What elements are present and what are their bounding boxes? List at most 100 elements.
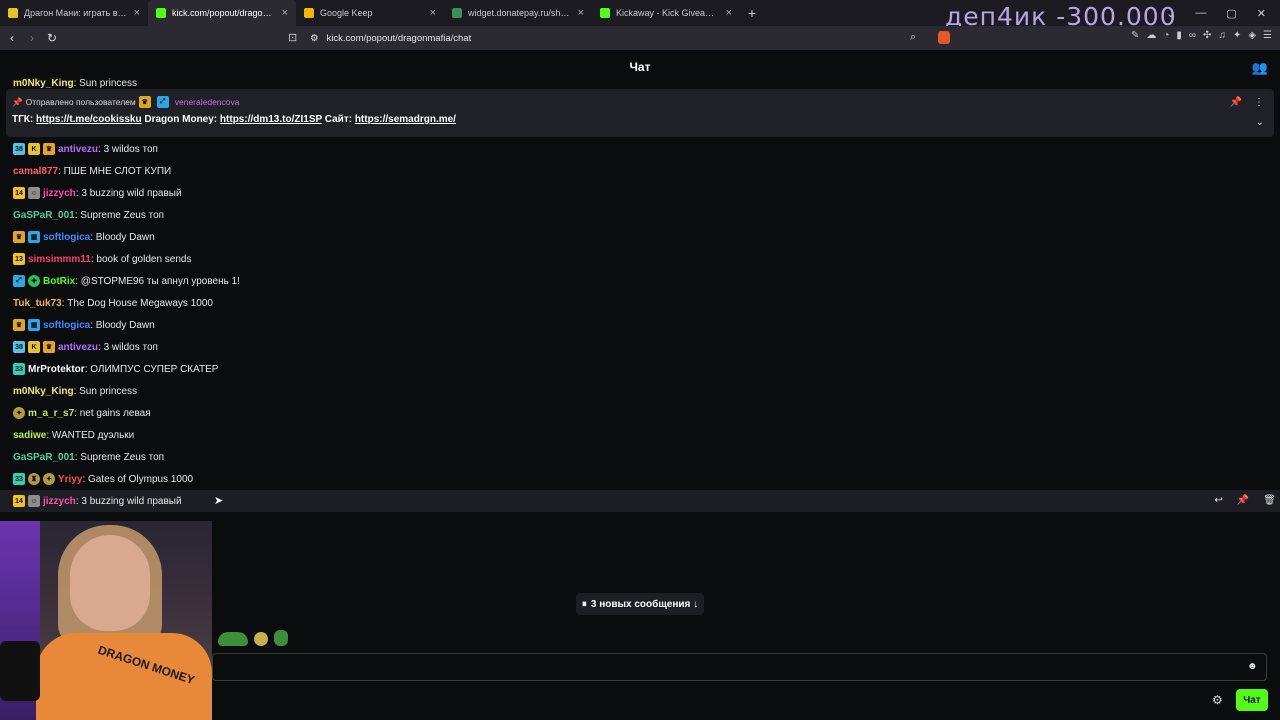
chat-message[interactable]: ♛ ▦ softlogica: Bloody Dawn	[0, 314, 1280, 336]
pepe-emote-icon[interactable]	[274, 630, 288, 646]
chat-username[interactable]: m0Nky_King	[13, 386, 74, 397]
chat-message[interactable]: 33 ♜ ✦ Yriyy: Gates of Olympus 1000	[0, 468, 1280, 490]
chat-username[interactable]: camal877	[13, 166, 58, 177]
more-options-icon[interactable]: ⋮	[1254, 97, 1264, 108]
chat-input[interactable]	[212, 653, 1267, 681]
close-tab-icon[interactable]: ×	[578, 7, 584, 19]
emote-icon[interactable]	[254, 632, 268, 646]
site-settings-icon[interactable]: ⚙	[310, 33, 319, 44]
chat-message[interactable]: GaSPaR_001: Supreme Zeus топ	[0, 204, 1280, 226]
browser-toolbar: ‹ › ↻ ⊡ ⚙ kick.com/popout/dragonmafia/ch…	[0, 26, 1280, 50]
chat-message[interactable]: ⤢ ✚ BotRix: @STOPME96 ты апнул уровень 1!	[0, 270, 1280, 292]
extension-icon[interactable]: ▮	[1176, 30, 1182, 41]
chat-message[interactable]: m0Nky_King: Sun princess	[0, 380, 1280, 402]
close-window-icon[interactable]: ✕	[1257, 7, 1266, 20]
tab-list-icon[interactable]: ⌄	[1166, 7, 1175, 20]
users-icon[interactable]: 👥	[1252, 60, 1268, 76]
chat-message-text: 3 buzzing wild правый	[81, 495, 182, 507]
extension-icon[interactable]: ☁	[1146, 30, 1156, 41]
maximize-icon[interactable]: ▢	[1226, 7, 1236, 20]
browser-tab[interactable]: Kickaway - Kick Giveaway Tool ×	[592, 0, 740, 26]
site-link[interactable]: https://semadrgn.me/	[355, 114, 456, 125]
microphone	[0, 641, 40, 701]
gear-icon[interactable]: ⚙	[1212, 693, 1223, 707]
extension-icon[interactable]: ◔	[1163, 30, 1169, 41]
chat-username[interactable]: sadiwe	[13, 430, 46, 441]
chat-username[interactable]: simsimmm11	[28, 254, 91, 265]
extension-icon[interactable]: ∞	[1189, 30, 1196, 41]
pin-message-icon[interactable]: 📌	[1237, 495, 1249, 506]
user-badge-icon: ♛	[13, 319, 25, 331]
chat-username[interactable]: MrProtektor	[28, 364, 85, 375]
chat-message[interactable]: 14 ☺ jizzych: 3 buzzing wild правый	[0, 182, 1280, 204]
chat-username[interactable]: Tuk_tuk73	[13, 298, 62, 309]
brave-shield-icon[interactable]	[938, 31, 950, 44]
user-badge-icon: 33	[13, 363, 25, 375]
bookmark-icon[interactable]: ⊡	[288, 31, 297, 44]
chat-message[interactable]: Tuk_tuk73: The Dog House Megaways 1000	[0, 292, 1280, 314]
dm-link[interactable]: https://dm13.to/ZI1SP	[220, 114, 322, 125]
new-messages-button[interactable]: ⏸ 3 новых сообщения ↓	[576, 593, 704, 615]
close-tab-icon[interactable]: ×	[726, 7, 732, 19]
chat-username[interactable]: jizzych	[43, 496, 76, 507]
chevron-down-icon[interactable]: ⌄	[1256, 117, 1264, 128]
chat-username[interactable]: GaSPaR_001	[13, 210, 75, 221]
chat-message[interactable]: ✦ m_a_r_s7: net gains левая	[0, 402, 1280, 424]
chat-username[interactable]: softlogica	[43, 320, 90, 331]
pinned-by-user[interactable]: veneraledencova	[175, 97, 240, 107]
chat-username[interactable]: antivezu	[58, 144, 98, 155]
send-chat-button[interactable]: Чат	[1236, 689, 1268, 711]
reload-icon[interactable]: ↻	[42, 31, 62, 45]
chat-message-list[interactable]: 38 K ♛ antivezu: 3 wildos топ camal877: ПШЕ …	[0, 138, 1280, 512]
vpn-icon[interactable]: ◈	[1248, 30, 1256, 41]
chat-message-text: Sun princess	[79, 385, 137, 397]
browser-tab[interactable]: Драгон Мани: играть в онлайн ×	[0, 0, 148, 26]
chat-username[interactable]: Yriyy	[58, 474, 82, 485]
forward-arrow-icon[interactable]: ›	[22, 31, 42, 45]
puzzle-icon[interactable]: ✣	[1203, 30, 1211, 41]
chat-message-text: WANTED дуэльки	[51, 429, 135, 441]
user-badge-icon: K	[28, 341, 40, 353]
menu-icon[interactable]: ☰	[1263, 30, 1272, 41]
favicon-icon	[600, 8, 610, 18]
delete-icon[interactable]: 🗑	[1263, 495, 1276, 506]
chat-text-field[interactable]	[213, 654, 1266, 680]
emoji-icon[interactable]: ☻	[1247, 661, 1258, 672]
new-tab-icon[interactable]: +	[740, 5, 764, 21]
chat-username[interactable]: jizzych	[43, 188, 76, 199]
chat-message[interactable]: 38 K ♛ antivezu: 3 wildos топ	[0, 138, 1280, 160]
browser-tab[interactable]: Google Keep ×	[296, 0, 444, 26]
chat-message[interactable]: ♛ ▦ softlogica: Bloody Dawn	[0, 226, 1280, 248]
zoom-icon[interactable]: ⌕	[910, 31, 916, 44]
chat-message[interactable]: 13 simsimmm11: book of golden sends	[0, 248, 1280, 270]
close-tab-icon[interactable]: ×	[134, 7, 140, 19]
chat-message[interactable]: sadiwe: WANTED дуэльки	[0, 424, 1280, 446]
chat-message[interactable]: 33 MrProtektor: ОЛИМПУС СУПЕР СКАТЕР	[0, 358, 1280, 380]
tgk-link[interactable]: https://t.me/cookissku	[36, 114, 142, 125]
address-bar[interactable]: ⚙ kick.com/popout/dragonmafia/chat	[310, 30, 471, 46]
chat-message[interactable]: GaSPaR_001: Supreme Zeus топ	[0, 446, 1280, 468]
browser-tab[interactable]: widget.donatepay.ru/showplaye ×	[444, 0, 592, 26]
chat-message[interactable]: 38 K ♛ antivezu: 3 wildos топ	[0, 336, 1280, 358]
chat-username[interactable]: GaSPaR_001	[13, 452, 75, 463]
chat-username[interactable]: softlogica	[43, 232, 90, 243]
user-badge-icon: 38	[13, 341, 25, 353]
chat-header: Чат 👥	[0, 50, 1280, 84]
chat-username[interactable]: antivezu	[58, 342, 98, 353]
tune-icon[interactable]: ✦	[1233, 30, 1241, 41]
chat-message-text: Bloody Dawn	[95, 231, 155, 243]
chat-username[interactable]: BotRix	[43, 276, 75, 287]
browser-tab[interactable]: kick.com/popout/dragonmafia/c ×	[148, 0, 296, 26]
extension-icon[interactable]: ✎	[1131, 30, 1139, 41]
chat-message[interactable]: camal877: ПШЕ МНЕ СЛОТ КУПИ	[0, 160, 1280, 182]
frog-emote-icon[interactable]	[218, 632, 248, 646]
minimize-icon[interactable]: —	[1195, 7, 1206, 19]
chat-username[interactable]: m_a_r_s7	[28, 408, 74, 419]
back-arrow-icon[interactable]: ‹	[2, 31, 22, 45]
music-icon[interactable]: ♫	[1218, 30, 1226, 41]
unpin-icon[interactable]: 📌	[1230, 97, 1242, 108]
close-tab-icon[interactable]: ×	[282, 7, 288, 19]
chat-message[interactable]: 14 ☺ jizzych: 3 buzzing wild правый	[0, 490, 1280, 512]
reply-icon[interactable]: ↩	[1214, 495, 1222, 506]
close-tab-icon[interactable]: ×	[430, 7, 436, 19]
